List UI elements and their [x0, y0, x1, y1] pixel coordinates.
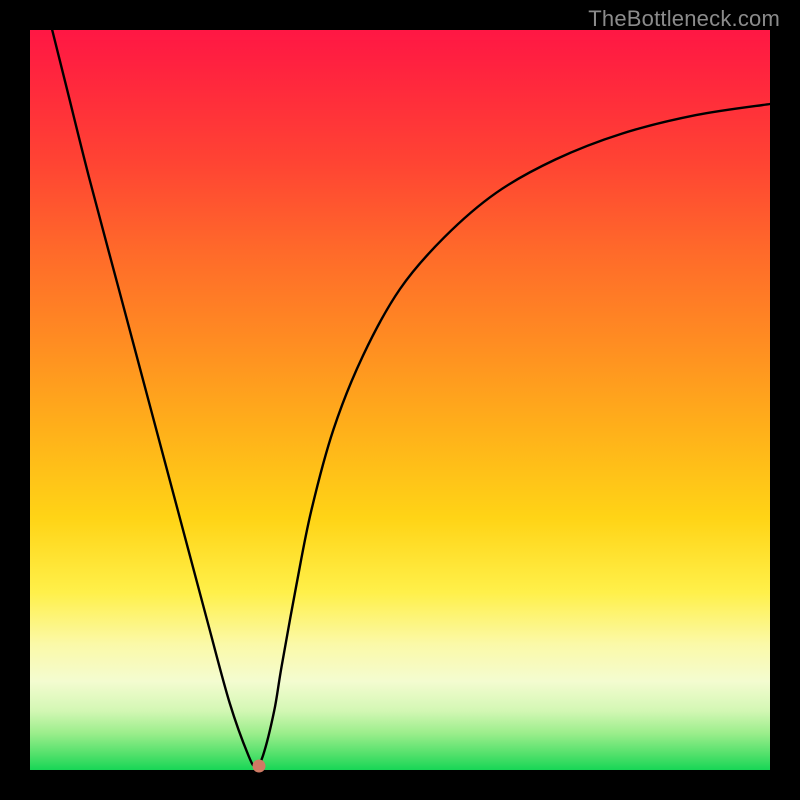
- bottleneck-curve: [52, 30, 770, 766]
- watermark-text: TheBottleneck.com: [588, 6, 780, 32]
- optimal-point-marker: [253, 760, 266, 773]
- plot-area: [30, 30, 770, 770]
- chart-frame: TheBottleneck.com: [0, 0, 800, 800]
- curve-svg: [30, 30, 770, 770]
